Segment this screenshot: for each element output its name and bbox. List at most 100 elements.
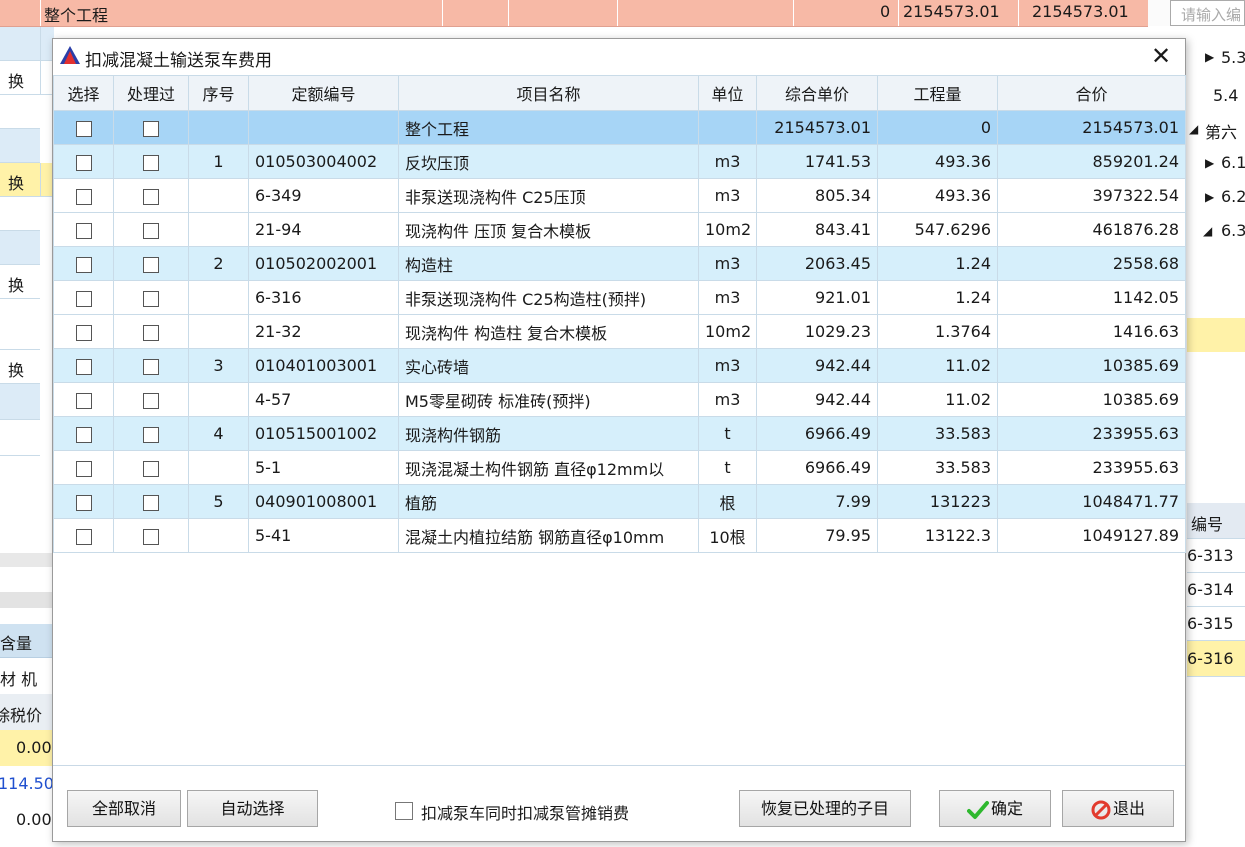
quantity-cell: 1.24 [877,280,998,315]
processed-checkbox[interactable] [143,426,159,443]
select-checkbox-cell[interactable] [53,144,114,179]
processed-checkbox[interactable] [143,392,159,409]
exit-button[interactable]: 退出 [1062,790,1174,827]
bg-code-6-315: 6-315 [1187,614,1234,633]
unit-price-cell: 7.99 [756,484,878,519]
select-checkbox[interactable] [75,358,92,375]
table-row[interactable]: 5-41 混凝土内植拉结筋 钢筋直径φ10mm 10根 79.95 13122.3 104… [53,518,1186,553]
select-checkbox-cell[interactable] [53,382,114,417]
select-checkbox-cell[interactable] [53,280,114,315]
total-cell: 10385.69 [997,348,1186,383]
table-row[interactable]: 1 010503004002 反坎压顶 m3 1741.53 493.36 859201.2… [53,144,1186,179]
select-checkbox-cell[interactable] [53,450,114,485]
processed-checkbox-cell[interactable] [113,178,189,213]
name-cell: M5零星砌砖 标准砖(预拌) [398,382,699,417]
total-cell: 2154573.01 [997,110,1186,145]
select-checkbox[interactable] [75,528,92,545]
select-checkbox[interactable] [75,154,92,171]
processed-checkbox[interactable] [143,358,159,375]
processed-checkbox-cell[interactable] [113,280,189,315]
table-row[interactable]: 21-32 现浇构件 构造柱 复合木模板 10m2 1029.23 1.3764 1416… [53,314,1186,349]
processed-checkbox[interactable] [143,290,159,307]
select-checkbox-cell[interactable] [53,348,114,383]
processed-checkbox[interactable] [143,154,159,171]
select-checkbox[interactable] [75,324,92,341]
select-checkbox-cell[interactable] [53,246,114,281]
col-header-code[interactable]: 定额编号 [248,75,399,111]
processed-checkbox-cell[interactable] [113,416,189,451]
select-checkbox[interactable] [75,290,92,307]
processed-checkbox[interactable] [143,188,159,205]
processed-checkbox[interactable] [143,494,159,511]
table-row[interactable]: 4-57 M5零星砌砖 标准砖(预拌) m3 942.44 11.02 10385.69 [53,382,1186,417]
processed-checkbox-cell[interactable] [113,518,189,553]
table-row[interactable]: 3 010401003001 实心砖墙 m3 942.44 11.02 10385.69 [53,348,1186,383]
table-row[interactable]: 6-316 非泵送现浇构件 C25构造柱(预拌) m3 921.01 1.24 1142.… [53,280,1186,315]
name-cell: 现浇构件 构造柱 复合木模板 [398,314,699,349]
select-checkbox[interactable] [75,494,92,511]
processed-checkbox-cell[interactable] [113,110,189,145]
col-header-name[interactable]: 项目名称 [398,75,699,111]
pipe-deduct-checkbox[interactable] [395,802,413,820]
select-checkbox-cell[interactable] [53,178,114,213]
col-header-seq[interactable]: 序号 [188,75,249,111]
select-checkbox[interactable] [75,222,92,239]
select-checkbox[interactable] [75,460,92,477]
select-checkbox[interactable] [75,426,92,443]
col-header-unit[interactable]: 单位 [698,75,757,111]
col-header-processed[interactable]: 处理过 [113,75,189,111]
pipe-deduct-label: 扣减泵车同时扣减泵管摊销费 [421,804,630,823]
table-row[interactable]: 2 010502002001 构造柱 m3 2063.45 1.24 2558.68 [53,246,1186,281]
dialog-titlebar[interactable]: 扣减混凝土输送泵车费用 ✕ [53,39,1185,75]
processed-checkbox-cell[interactable] [113,382,189,417]
bg-huan-2: 换 [8,174,25,193]
quantity-cell: 493.36 [877,178,998,213]
col-header-select[interactable]: 选择 [53,75,114,111]
col-header-quantity[interactable]: 工程量 [877,75,998,111]
unit-cell: 10m2 [698,314,757,349]
quantity-cell: 33.583 [877,450,998,485]
select-checkbox-cell[interactable] [53,484,114,519]
auto-select-button[interactable]: 自动选择 [187,790,318,827]
processed-checkbox[interactable] [143,324,159,341]
unit-cell: t [698,416,757,451]
processed-checkbox[interactable] [143,256,159,273]
select-checkbox[interactable] [75,256,92,273]
select-checkbox-cell[interactable] [53,110,114,145]
processed-checkbox-cell[interactable] [113,144,189,179]
processed-checkbox-cell[interactable] [113,246,189,281]
table-row[interactable]: 整个工程 2154573.01 0 2154573.01 [53,110,1186,145]
table-row[interactable]: 4 010515001002 现浇构件钢筋 t 6966.49 33.583 233955.… [53,416,1186,451]
table-row[interactable]: 21-94 现浇构件 压顶 复合木模板 10m2 843.41 547.6296 4618… [53,212,1186,247]
total-cell: 10385.69 [997,382,1186,417]
processed-checkbox-cell[interactable] [113,348,189,383]
table-row[interactable]: 6-349 非泵送现浇构件 C25压顶 m3 805.34 493.36 397322.5… [53,178,1186,213]
total-cell: 461876.28 [997,212,1186,247]
processed-checkbox[interactable] [143,528,159,545]
select-checkbox-cell[interactable] [53,518,114,553]
bg-top-price1: 2154573.01 [903,2,1000,21]
ok-button[interactable]: 确定 [939,790,1051,827]
restore-processed-button[interactable]: 恢复已处理的子目 [739,790,911,827]
table-row[interactable]: 5-1 现浇混凝土构件钢筋 直径φ12mm以 t 6966.49 33.583 23395… [53,450,1186,485]
select-checkbox[interactable] [75,188,92,205]
processed-checkbox-cell[interactable] [113,314,189,349]
processed-checkbox-cell[interactable] [113,450,189,485]
processed-checkbox[interactable] [143,222,159,239]
processed-checkbox[interactable] [143,460,159,477]
processed-checkbox[interactable] [143,120,159,137]
cancel-all-button[interactable]: 全部取消 [67,790,181,827]
bg-search-input[interactable]: 请输入编 [1170,0,1245,26]
table-row[interactable]: 5 040901008001 植筋根 7.99 131223 1048471.77 [53,484,1186,519]
select-checkbox-cell[interactable] [53,416,114,451]
close-button[interactable]: ✕ [1149,43,1173,69]
col-header-total[interactable]: 合价 [997,75,1186,111]
select-checkbox[interactable] [75,120,92,137]
processed-checkbox-cell[interactable] [113,212,189,247]
unit-price-cell: 1029.23 [756,314,878,349]
processed-checkbox-cell[interactable] [113,484,189,519]
select-checkbox-cell[interactable] [53,314,114,349]
select-checkbox-cell[interactable] [53,212,114,247]
col-header-unit-price[interactable]: 综合单价 [756,75,878,111]
select-checkbox[interactable] [75,392,92,409]
